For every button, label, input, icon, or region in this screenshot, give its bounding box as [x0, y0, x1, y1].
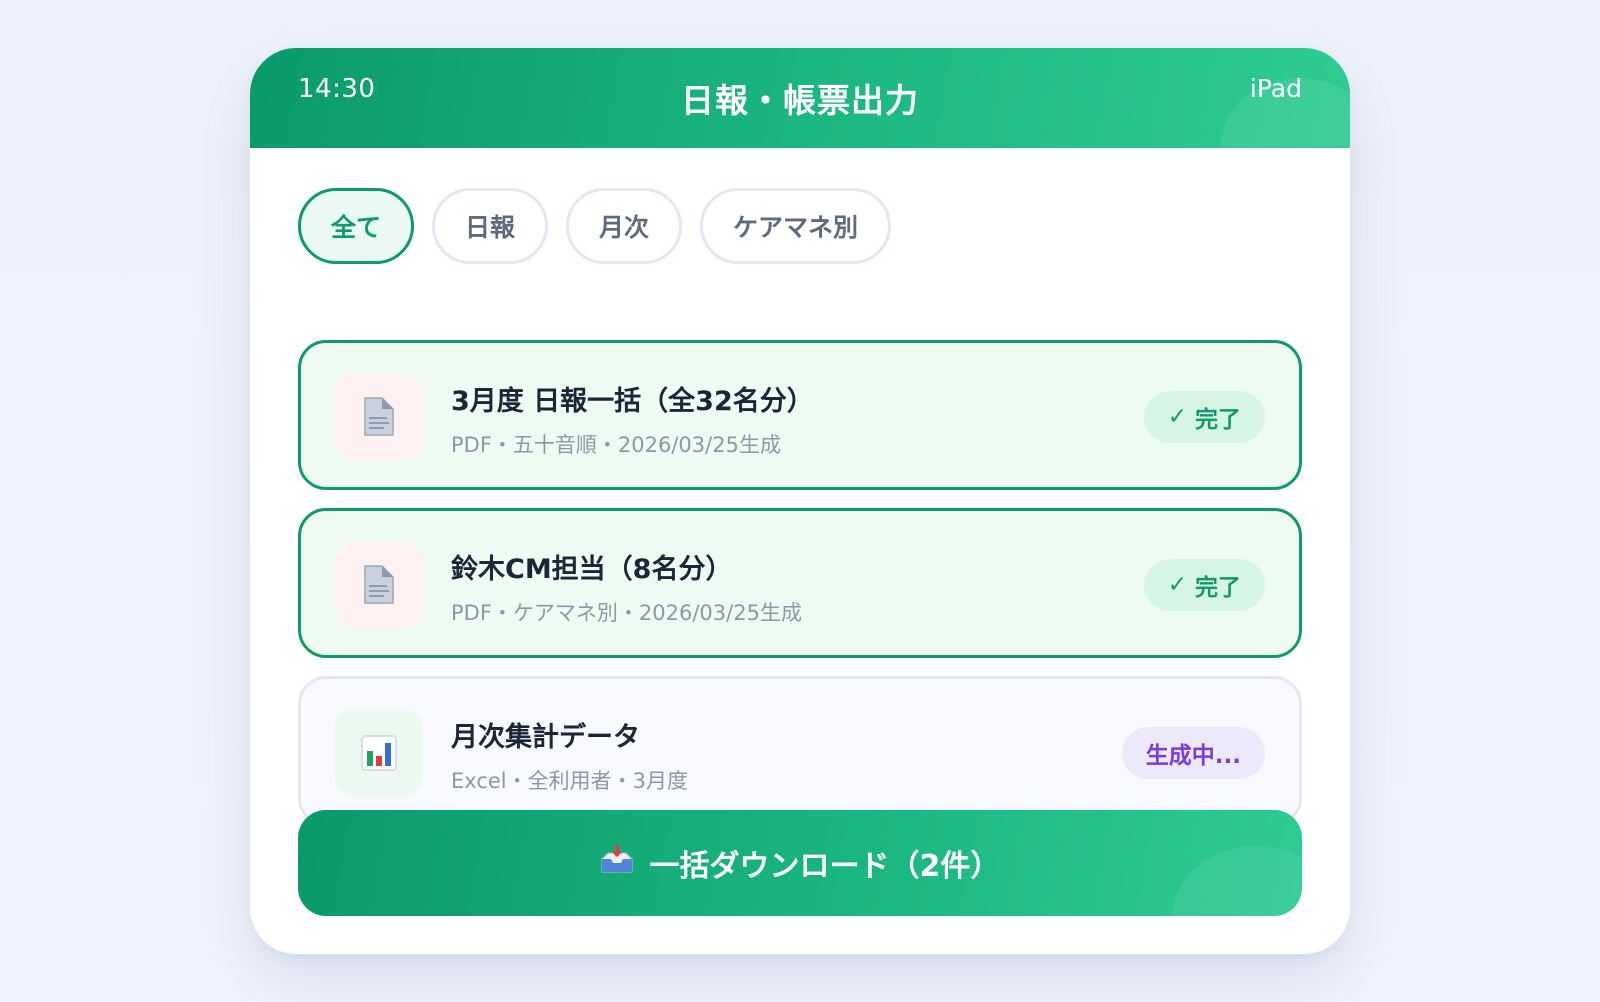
report-card[interactable]: 3月度 日報一括（全32名分） PDF・五十音順・2026/03/25生成 ✓ … [298, 340, 1302, 490]
report-list: 3月度 日報一括（全32名分） PDF・五十音順・2026/03/25生成 ✓ … [298, 340, 1302, 844]
status-badge: ✓ 完了 [1143, 391, 1265, 443]
filter-tabs: 全て 日報 月次 ケアマネ別 [298, 188, 892, 264]
report-card[interactable]: 月次集計データ Excel・全利用者・3月度 生成中... [298, 676, 1302, 826]
pdf-document-icon [335, 541, 423, 629]
report-meta: PDF・ケアマネ別・2026/03/25生成 [451, 601, 802, 625]
check-icon: ✓ [1167, 404, 1187, 430]
report-title: 3月度 日報一括（全32名分） [451, 386, 814, 417]
report-title: 鈴木CM担当（8名分） [451, 554, 733, 585]
check-icon: ✓ [1167, 572, 1187, 598]
filter-chip-daily[interactable]: 日報 [432, 188, 549, 264]
bulk-download-label: 一括ダウンロード（2件） [649, 849, 1001, 884]
filter-chip-monthly[interactable]: 月次 [566, 188, 683, 264]
bar-chart-icon [335, 709, 423, 797]
status-badge: ✓ 完了 [1143, 559, 1265, 611]
ipad-frame: 14:30 日報・帳票出力 iPad 全て 日報 月次 ケアマネ別 3月度 日報… [250, 48, 1350, 954]
app-header: 14:30 日報・帳票出力 iPad [250, 48, 1350, 218]
bulk-download-button[interactable]: 一括ダウンロード（2件） [298, 810, 1302, 916]
pdf-document-icon [335, 373, 423, 461]
status-label: 完了 [1195, 407, 1241, 433]
status-badge: 生成中... [1121, 727, 1265, 779]
filter-chip-care-manager[interactable]: ケアマネ別 [700, 188, 892, 264]
status-label: 生成中... [1145, 743, 1241, 769]
report-meta: Excel・全利用者・3月度 [451, 769, 688, 793]
status-label: 完了 [1195, 575, 1241, 601]
report-meta: PDF・五十音順・2026/03/25生成 [451, 433, 781, 457]
device-name: iPad [1249, 74, 1302, 103]
report-title: 月次集計データ [451, 722, 640, 753]
page-title: 日報・帳票出力 [681, 81, 919, 120]
filter-chip-all[interactable]: 全て [298, 188, 415, 264]
report-card[interactable]: 鈴木CM担当（8名分） PDF・ケアマネ別・2026/03/25生成 ✓ 完了 [298, 508, 1302, 658]
inbox-tray-icon [600, 843, 634, 883]
button-decoration [1172, 846, 1302, 916]
